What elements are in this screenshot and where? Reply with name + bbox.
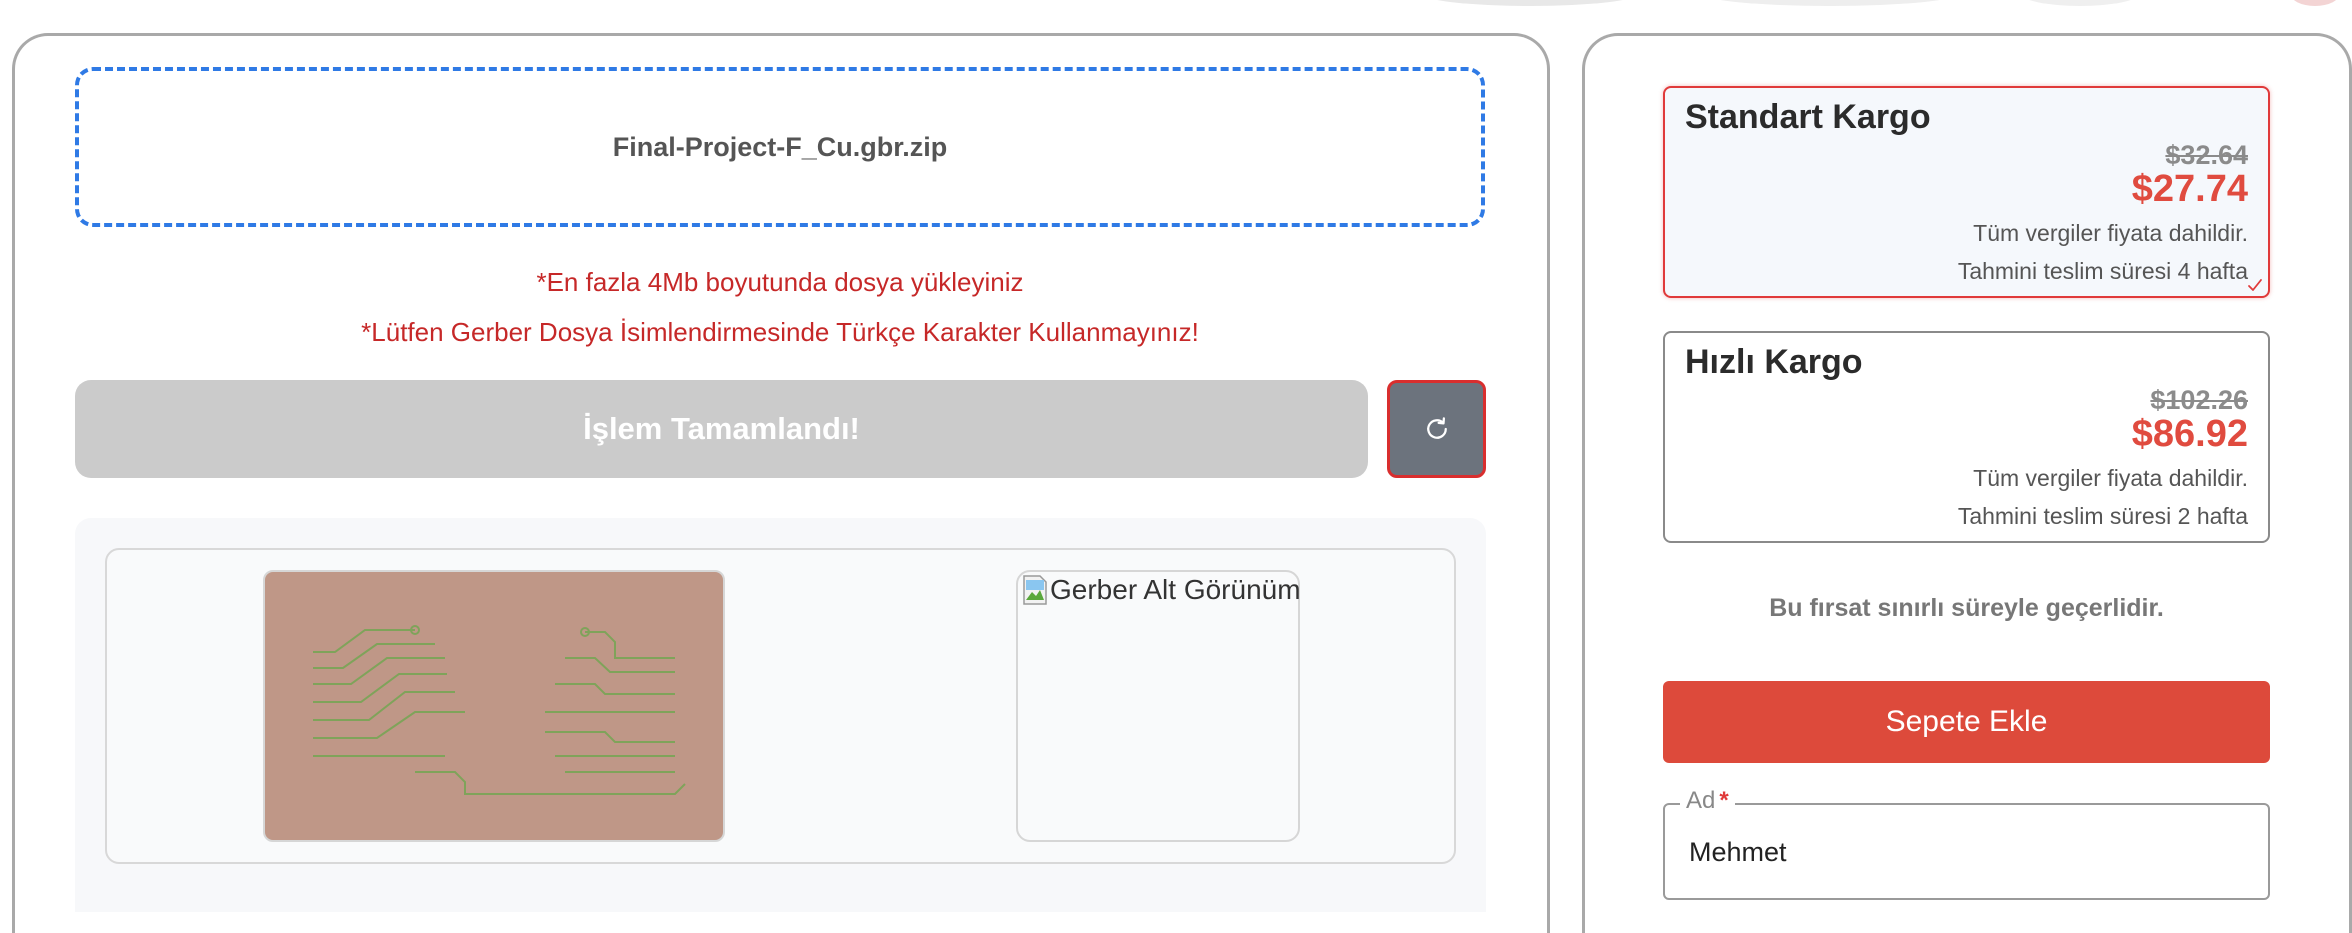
tax-note: Tüm vergiler fiyata dahildir. [1973, 465, 2248, 491]
file-size-warning: *En fazla 4Mb boyutunda dosya yükleyiniz [536, 267, 1024, 297]
header-decoration [1700, 0, 1960, 6]
file-naming-warning: *Lütfen Gerber Dosya İsimlendirmesinde T… [361, 317, 1199, 347]
discount-price: $27.74 [2131, 168, 2248, 210]
broken-image-icon [1023, 575, 1047, 605]
header-decoration [2290, 0, 2340, 6]
shipping-option-fast[interactable]: Hızlı Kargo $102.26 $86.92 Tüm vergiler … [1663, 331, 2270, 543]
gerber-top-view [263, 570, 725, 842]
shipping-option-standard[interactable]: Standart Kargo $32.64 $27.74 Tüm vergile… [1663, 86, 2270, 298]
file-dropzone[interactable]: Final-Project-F_Cu.gbr.zip [75, 67, 1485, 227]
add-to-cart-button[interactable]: Sepete Ekle [1663, 681, 2270, 763]
gerber-bottom-view: Gerber Alt Görünüm [1016, 570, 1301, 842]
header-decoration [1420, 0, 1640, 6]
name-field-label: Ad * [1680, 787, 1735, 815]
delivery-estimate: Tahmini teslim süresi 4 hafta [1957, 258, 2248, 284]
refresh-button[interactable] [1387, 380, 1486, 478]
tax-note: Tüm vergiler fiyata dahildir. [1973, 220, 2248, 246]
bottom-view-alt-text: Gerber Alt Görünüm [1050, 574, 1301, 605]
uploaded-file-name: Final-Project-F_Cu.gbr.zip [612, 131, 948, 162]
shipping-title: Standart Kargo [1685, 98, 1931, 136]
required-mark: * [1719, 787, 1729, 814]
discount-price: $86.92 [2131, 413, 2248, 455]
name-input-value[interactable]: Mehmet [1689, 837, 1787, 868]
old-price: $32.64 [2165, 140, 2248, 170]
name-field[interactable]: Mehmet [1663, 803, 2270, 900]
delivery-estimate: Tahmini teslim süresi 2 hafta [1957, 503, 2248, 529]
old-price: $102.26 [2150, 385, 2248, 415]
limited-offer-note: Bu fırsat sınırlı süreyle geçerlidir. [1769, 594, 2164, 622]
pcb-trace-preview [313, 625, 686, 795]
refresh-icon [1426, 417, 1447, 439]
name-label-text: Ad [1686, 787, 1716, 814]
shipping-title: Hızlı Kargo [1685, 343, 1863, 381]
selected-check-icon [2248, 279, 2262, 291]
header-decoration [2020, 0, 2140, 6]
process-status-button[interactable]: İşlem Tamamlandı! [75, 380, 1368, 478]
